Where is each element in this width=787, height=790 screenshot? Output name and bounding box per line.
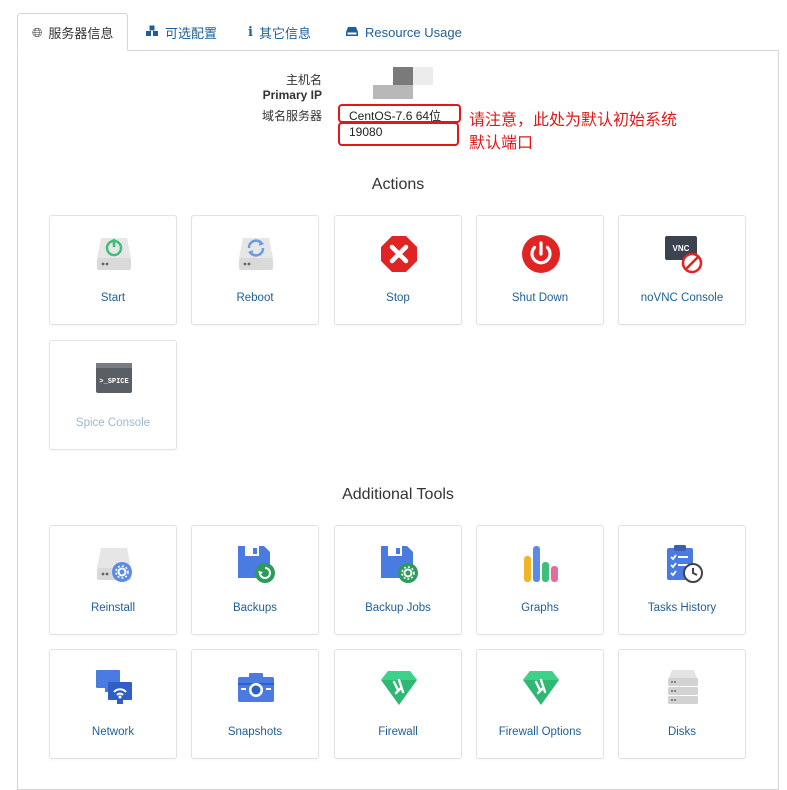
card-label: noVNC Console	[640, 292, 724, 304]
svg-text:>_SPICE: >_SPICE	[99, 378, 128, 386]
stop-icon	[379, 234, 419, 274]
port-annotation: 默认端口	[469, 135, 534, 152]
spice-icon: >_SPICE	[94, 359, 134, 399]
os-annotation: 请注意，此处为默认初始系统	[469, 112, 678, 129]
globe-icon: 🌐︎	[32, 24, 43, 40]
snapshots-icon	[236, 668, 276, 708]
backup-jobs-icon	[379, 544, 419, 584]
card-label: Tasks History	[647, 602, 717, 614]
card-label: Network	[91, 726, 135, 738]
nameserver-label: 域名服务器	[261, 109, 322, 123]
snapshots-button[interactable]: Snapshots	[191, 649, 319, 759]
network-button[interactable]: Network	[49, 649, 177, 759]
card-label: Backups	[232, 602, 278, 614]
actions-heading: Actions	[371, 176, 425, 193]
card-label: Shut Down	[511, 292, 569, 304]
tab-label: 可选配置	[165, 25, 218, 41]
spice-console-button[interactable]: >_SPICE Spice Console	[49, 340, 177, 450]
reinstall-button[interactable]: Reinstall	[49, 525, 177, 635]
card-label: Start	[100, 292, 126, 304]
tab-resource-usage[interactable]: Resource Usage	[345, 13, 462, 51]
tab-optional-config[interactable]: 可选配置	[145, 13, 217, 51]
start-button[interactable]: Start	[49, 215, 177, 325]
reinstall-icon	[94, 544, 134, 584]
additional-tools-heading: Additional Tools	[342, 486, 454, 503]
tab-other-info[interactable]: i 其它信息	[248, 13, 311, 51]
tab-label: Resource Usage	[365, 24, 462, 40]
cubes-icon	[145, 25, 159, 39]
disks-button[interactable]: Disks	[618, 649, 746, 759]
info-icon: i	[248, 24, 253, 40]
card-label: Firewall	[378, 726, 418, 738]
shut-down-button[interactable]: Shut Down	[476, 215, 604, 325]
hdd-icon	[345, 26, 359, 39]
hostname-label: 主机名	[285, 73, 322, 87]
redacted-hostname	[393, 67, 413, 85]
svg-text:VNC: VNC	[673, 244, 690, 253]
card-label: Firewall Options	[498, 726, 582, 738]
stop-button[interactable]: Stop	[334, 215, 462, 325]
disks-icon	[663, 668, 703, 708]
card-label: Disks	[667, 726, 697, 738]
os-highlight-box	[338, 104, 461, 123]
tasks-history-button[interactable]: Tasks History	[618, 525, 746, 635]
tab-label: 其它信息	[258, 25, 311, 41]
firewall-options-button[interactable]: Firewall Options	[476, 649, 604, 759]
firewall-button[interactable]: Firewall	[334, 649, 462, 759]
server-power-icon	[94, 234, 134, 274]
tab-label: 服务器信息	[48, 25, 114, 41]
card-label: Reinstall	[90, 602, 136, 614]
network-icon	[94, 668, 134, 708]
redacted-ip	[373, 85, 413, 99]
backups-button[interactable]: Backups	[191, 525, 319, 635]
backup-jobs-button[interactable]: Backup Jobs	[334, 525, 462, 635]
power-icon	[521, 234, 561, 274]
graphs-button[interactable]: Graphs	[476, 525, 604, 635]
vnc-icon: VNC	[663, 234, 703, 274]
card-label: Snapshots	[227, 726, 283, 738]
server-reboot-icon	[236, 234, 276, 274]
card-label: Stop	[386, 292, 410, 304]
novnc-console-button[interactable]: VNC noVNC Console	[618, 215, 746, 325]
card-label: Graphs	[521, 602, 559, 614]
graphs-icon	[521, 544, 561, 584]
card-label: Spice Console	[75, 417, 151, 429]
firewall-icon	[379, 668, 419, 708]
tab-server-info[interactable]: 🌐︎ 服务器信息	[17, 13, 129, 51]
tab-bar: 🌐︎ 服务器信息 可选配置 i 其它信息 Resource Usage	[17, 13, 779, 51]
tasks-history-icon	[663, 544, 703, 584]
card-label: Backup Jobs	[365, 602, 431, 614]
redacted-hostname-fade	[413, 67, 433, 85]
port-highlight-box	[338, 122, 459, 146]
backups-icon	[236, 544, 276, 584]
reboot-button[interactable]: Reboot	[191, 215, 319, 325]
card-label: Reboot	[236, 292, 274, 304]
primary-ip-label: Primary IP	[262, 88, 322, 102]
firewall-options-icon	[521, 668, 561, 708]
